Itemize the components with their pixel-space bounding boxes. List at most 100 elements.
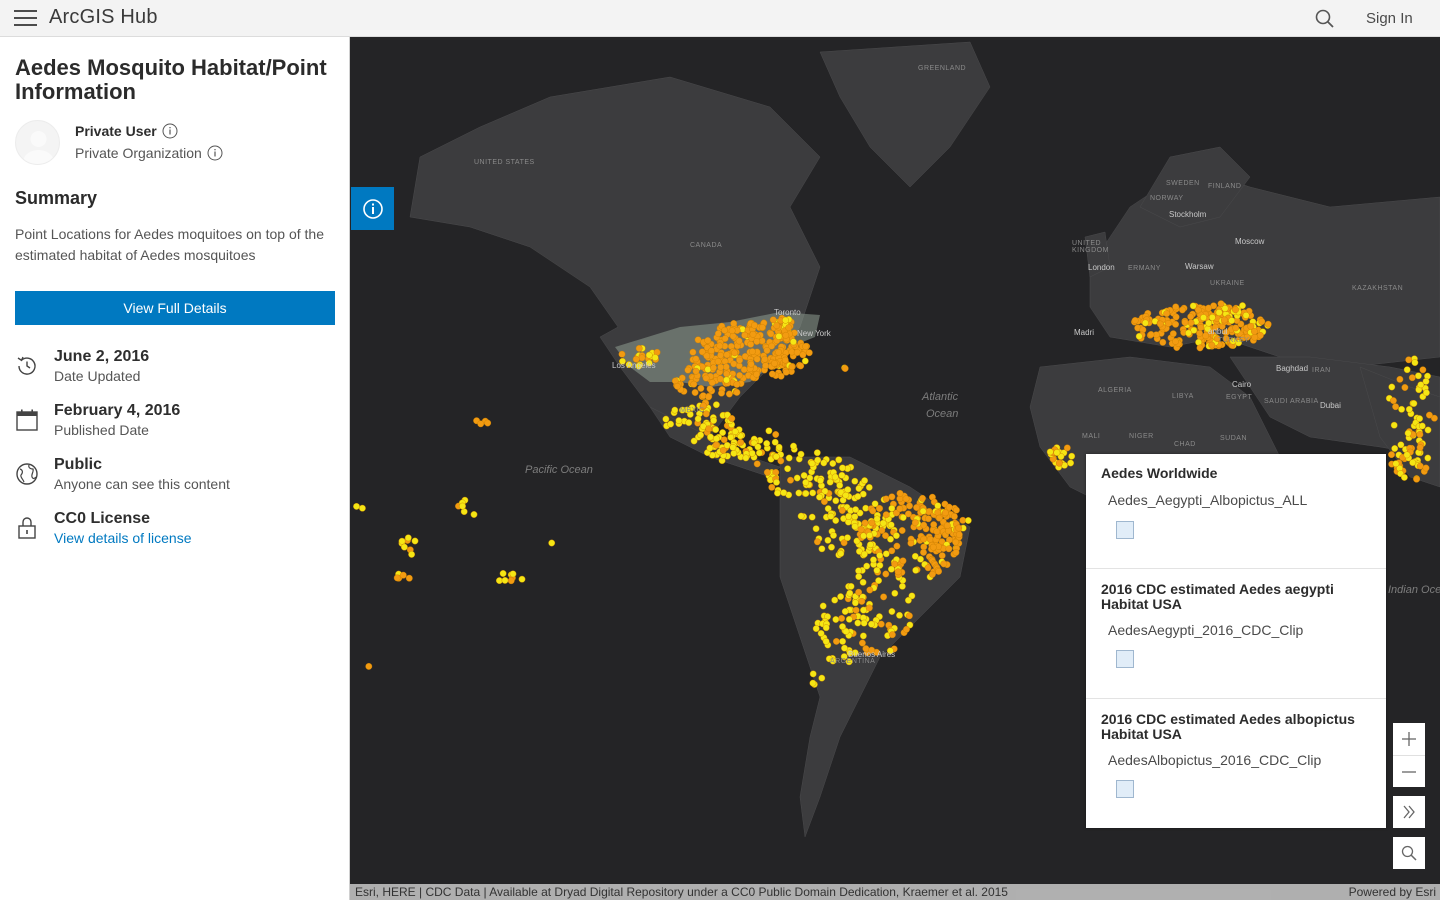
mosquito-point[interactable] xyxy=(855,620,861,626)
mosquito-point[interactable] xyxy=(855,493,861,499)
mosquito-point[interactable] xyxy=(870,557,876,563)
mosquito-point[interactable] xyxy=(789,364,795,370)
mosquito-point[interactable] xyxy=(754,356,760,362)
mosquito-point[interactable] xyxy=(803,479,809,485)
mosquito-point[interactable] xyxy=(1185,330,1191,336)
mosquito-point[interactable] xyxy=(1132,317,1138,323)
mosquito-point[interactable] xyxy=(889,632,895,638)
mosquito-point[interactable] xyxy=(897,490,903,496)
mosquito-point[interactable] xyxy=(768,343,774,349)
mosquito-point[interactable] xyxy=(1206,320,1212,326)
mosquito-point[interactable] xyxy=(802,358,808,364)
mosquito-point[interactable] xyxy=(748,341,754,347)
mosquito-point[interactable] xyxy=(953,549,959,555)
mosquito-point[interactable] xyxy=(776,444,782,450)
mosquito-point[interactable] xyxy=(839,638,845,644)
mosquito-point[interactable] xyxy=(942,510,948,516)
expand-button[interactable] xyxy=(1393,796,1425,828)
mosquito-point[interactable] xyxy=(731,350,737,356)
mosquito-point[interactable] xyxy=(1172,338,1178,344)
mosquito-point[interactable] xyxy=(726,391,732,397)
mosquito-point[interactable] xyxy=(1233,325,1239,331)
mosquito-point[interactable] xyxy=(814,539,820,545)
mosquito-point[interactable] xyxy=(919,495,925,501)
mosquito-point[interactable] xyxy=(731,320,737,326)
mosquito-point[interactable] xyxy=(1412,359,1418,365)
mosquito-point[interactable] xyxy=(810,671,816,677)
mosquito-point[interactable] xyxy=(790,443,796,449)
mosquito-point[interactable] xyxy=(405,535,411,541)
mosquito-point[interactable] xyxy=(703,375,709,381)
mosquito-point[interactable] xyxy=(762,363,768,369)
mosquito-point[interactable] xyxy=(672,407,678,413)
mosquito-point[interactable] xyxy=(778,458,784,464)
mosquito-point[interactable] xyxy=(776,333,782,339)
mosquito-point[interactable] xyxy=(713,402,719,408)
mosquito-point[interactable] xyxy=(502,577,508,583)
mosquito-point[interactable] xyxy=(830,532,836,538)
mosquito-point[interactable] xyxy=(715,358,721,364)
mosquito-point[interactable] xyxy=(1417,431,1423,437)
mosquito-point[interactable] xyxy=(877,552,883,558)
mosquito-point[interactable] xyxy=(549,540,555,546)
mosquito-point[interactable] xyxy=(841,645,847,651)
mosquito-point[interactable] xyxy=(1148,331,1154,337)
mosquito-point[interactable] xyxy=(874,567,880,573)
mosquito-point[interactable] xyxy=(754,461,760,467)
mosquito-point[interactable] xyxy=(838,615,844,621)
mosquito-point[interactable] xyxy=(866,532,872,538)
mosquito-point[interactable] xyxy=(1419,423,1425,429)
mosquito-point[interactable] xyxy=(718,390,724,396)
mosquito-point[interactable] xyxy=(1205,305,1211,311)
mosquito-point[interactable] xyxy=(485,420,491,426)
mosquito-point[interactable] xyxy=(861,620,867,626)
mosquito-point[interactable] xyxy=(646,352,652,358)
mosquito-point[interactable] xyxy=(920,508,926,514)
mosquito-point[interactable] xyxy=(705,394,711,400)
mosquito-point[interactable] xyxy=(839,507,845,513)
mosquito-point[interactable] xyxy=(866,605,872,611)
app-title[interactable]: ArcGIS Hub xyxy=(49,6,158,29)
mosquito-point[interactable] xyxy=(736,338,742,344)
mosquito-point[interactable] xyxy=(697,432,703,438)
mosquito-point[interactable] xyxy=(692,389,698,395)
mosquito-point[interactable] xyxy=(827,479,833,485)
mosquito-point[interactable] xyxy=(732,428,738,434)
mosquito-point[interactable] xyxy=(836,457,842,463)
mosquito-point[interactable] xyxy=(730,333,736,339)
mosquito-point[interactable] xyxy=(790,339,796,345)
mosquito-point[interactable] xyxy=(818,630,824,636)
mosquito-point[interactable] xyxy=(1221,317,1227,323)
mosquito-point[interactable] xyxy=(1417,444,1423,450)
mosquito-point[interactable] xyxy=(847,590,853,596)
mosquito-point[interactable] xyxy=(359,505,365,511)
mosquito-point[interactable] xyxy=(773,431,779,437)
mosquito-point[interactable] xyxy=(783,332,789,338)
mosquito-point[interactable] xyxy=(764,440,770,446)
mosquito-point[interactable] xyxy=(939,552,945,558)
mosquito-point[interactable] xyxy=(782,357,788,363)
mosquito-point[interactable] xyxy=(883,571,889,577)
mosquito-point[interactable] xyxy=(771,360,777,366)
mosquito-point[interactable] xyxy=(769,484,775,490)
mosquito-point[interactable] xyxy=(946,546,952,552)
mosquito-point[interactable] xyxy=(921,536,927,542)
mosquito-point[interactable] xyxy=(743,455,749,461)
mosquito-point[interactable] xyxy=(1406,406,1412,412)
mosquito-point[interactable] xyxy=(845,519,851,525)
mosquito-point[interactable] xyxy=(721,437,727,443)
mosquito-point[interactable] xyxy=(810,680,816,686)
mosquito-point[interactable] xyxy=(903,496,909,502)
mosquito-point[interactable] xyxy=(816,494,822,500)
mosquito-point[interactable] xyxy=(1182,319,1188,325)
mosquito-point[interactable] xyxy=(1232,307,1238,313)
mosquito-point[interactable] xyxy=(899,527,905,533)
mosquito-point[interactable] xyxy=(759,324,765,330)
mosquito-point[interactable] xyxy=(908,540,914,546)
mosquito-point[interactable] xyxy=(718,364,724,370)
mosquito-point[interactable] xyxy=(1425,455,1431,461)
mosquito-point[interactable] xyxy=(848,583,854,589)
mosquito-point[interactable] xyxy=(754,338,760,344)
mosquito-point[interactable] xyxy=(1069,453,1075,459)
mosquito-point[interactable] xyxy=(619,351,625,357)
